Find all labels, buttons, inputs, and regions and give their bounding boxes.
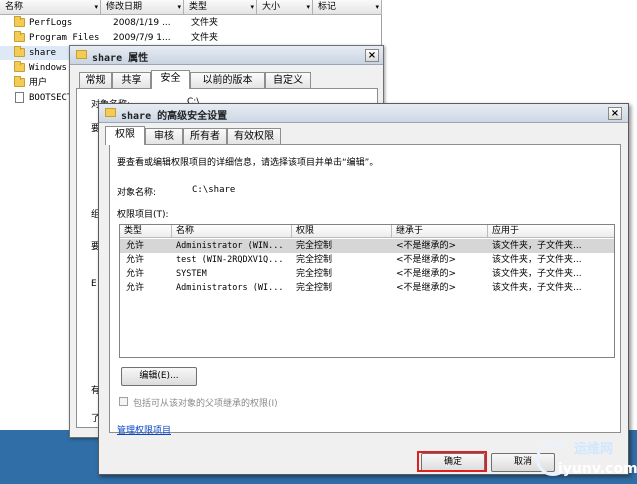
close-icon[interactable]: × (365, 49, 379, 62)
manage-permission-entries-link[interactable]: 管理权限项目 (117, 423, 171, 436)
object-name-label: 对象名称: (117, 188, 157, 198)
file-row[interactable]: Program Files 2009/7/9 1... 文件夹 (0, 31, 382, 45)
tab-general[interactable]: 常规 (79, 72, 112, 89)
grid-header-name[interactable]: 名称 (172, 225, 292, 238)
chevron-down-icon[interactable]: ▾ (177, 0, 181, 14)
folder-icon (105, 108, 116, 117)
column-header-tags[interactable]: 标记 ▾ (313, 0, 382, 15)
chevron-down-icon[interactable]: ▾ (306, 0, 310, 14)
file-row[interactable]: Windows (0, 61, 70, 75)
folder-icon (14, 31, 25, 42)
tab-sharing[interactable]: 共享 (112, 72, 151, 89)
advanced-title: share 的高级安全设置 (121, 111, 228, 122)
folder-icon (14, 61, 25, 72)
column-header-name[interactable]: 名称 ▾ (0, 0, 101, 15)
folder-icon (14, 46, 25, 57)
tab-customize[interactable]: 自定义 (265, 72, 311, 89)
inherit-checkbox[interactable] (119, 397, 128, 406)
tab-previous-versions[interactable]: 以前的版本 (190, 72, 265, 89)
tab-effective-permissions[interactable]: 有效权限 (227, 128, 281, 145)
tab-security[interactable]: 安全 (151, 70, 190, 89)
permission-entries-list[interactable]: 类型 名称 权限 继承于 应用于 允许 Administrator (WIN..… (119, 224, 615, 358)
table-row[interactable]: 允许 Administrators (WI... 完全控制 <不是继承的> 该文… (120, 281, 614, 295)
folder-icon (14, 16, 25, 27)
file-row[interactable]: 用户 (0, 76, 70, 90)
properties-titlebar[interactable]: share 属性 × (70, 46, 383, 65)
table-row[interactable]: 允许 test (WIN-2RQDXV1Q... 完全控制 <不是继承的> 该文… (120, 253, 614, 267)
file-row[interactable]: PerfLogs 2008/1/19 ... 文件夹 (0, 16, 382, 30)
file-row-selected[interactable]: share (0, 46, 70, 60)
watermark-domain: iyunv.com (558, 461, 637, 477)
instruction-text: 要查看或编辑权限项目的详细信息，请选择该项目并单击“编辑”。 (117, 158, 379, 168)
folder-icon (14, 76, 25, 87)
grid-header-type[interactable]: 类型 (120, 225, 172, 238)
close-icon[interactable]: × (608, 107, 622, 120)
advanced-security-dialog: share 的高级安全设置 × 权限 审核 所有者 有效权限 要查看或编辑权限项… (98, 103, 629, 475)
tab-owner[interactable]: 所有者 (183, 128, 227, 145)
tab-permissions[interactable]: 权限 (105, 126, 145, 145)
partial-text: E (91, 279, 97, 289)
column-header-date[interactable]: 修改日期 ▾ (101, 0, 184, 15)
watermark-text: 运维网 (574, 442, 614, 457)
properties-title: share 属性 (92, 53, 149, 64)
object-name-value: C:\share (192, 185, 236, 195)
table-row[interactable]: 允许 Administrator (WIN... 完全控制 <不是继承的> 该文… (120, 239, 614, 253)
file-row[interactable]: BOOTSECT. (0, 91, 78, 105)
grid-header-apply-to[interactable]: 应用于 (488, 225, 614, 238)
chevron-down-icon[interactable]: ▾ (94, 0, 98, 14)
advanced-titlebar[interactable]: share 的高级安全设置 × (99, 104, 628, 123)
chevron-down-icon[interactable]: ▾ (375, 0, 379, 14)
folder-icon (76, 50, 87, 59)
watermark-logo: 运维网 iyunv.com (528, 436, 637, 484)
tab-auditing[interactable]: 审核 (145, 128, 183, 145)
column-header-type[interactable]: 类型 ▾ (184, 0, 257, 15)
edit-button[interactable]: 编辑(E)... (121, 367, 197, 386)
permissions-panel: 要查看或编辑权限项目的详细信息，请选择该项目并单击“编辑”。 对象名称: C:\… (109, 144, 621, 436)
file-icon (15, 92, 24, 103)
grid-header-permission[interactable]: 权限 (292, 225, 392, 238)
table-row[interactable]: 允许 SYSTEM 完全控制 <不是继承的> 该文件夹，子文件夹... (120, 267, 614, 281)
grid-header-inherited-from[interactable]: 继承于 (392, 225, 488, 238)
permission-entries-label: 权限项目(T): (117, 210, 169, 220)
column-header-size[interactable]: 大小 ▾ (257, 0, 313, 15)
ok-button-highlight (417, 451, 487, 472)
inherit-checkbox-label: 包括可从该对象的父项继承的权限(I) (133, 399, 278, 409)
chevron-down-icon[interactable]: ▾ (250, 0, 254, 14)
